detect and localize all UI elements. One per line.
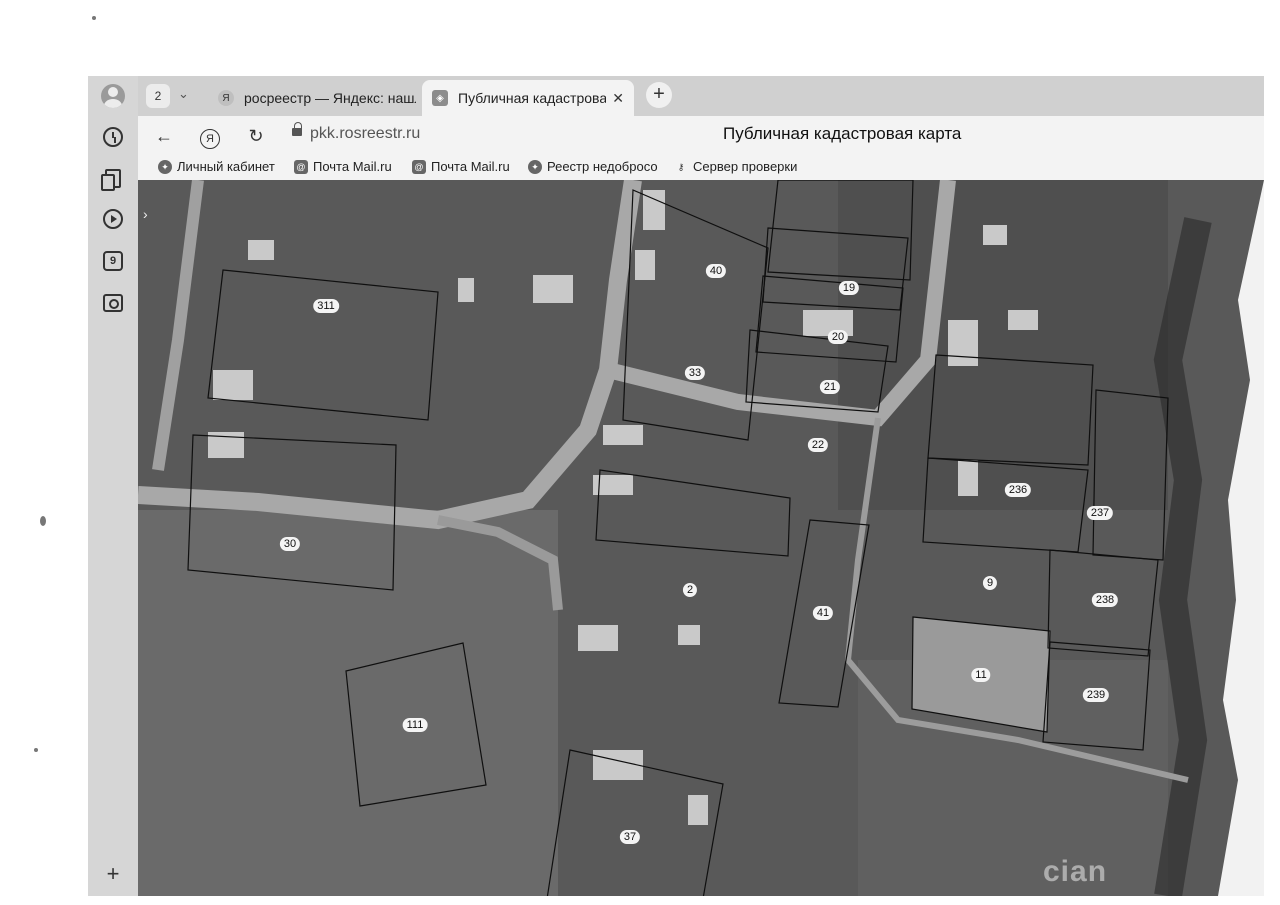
page-title: Публичная кадастровая карта <box>723 124 962 143</box>
media-button[interactable] <box>100 206 126 232</box>
yandex-icon: Я <box>200 129 220 149</box>
camera-icon <box>103 294 123 312</box>
new-tab-button[interactable]: + <box>646 82 672 108</box>
tab-title: Публичная кадастровая карта <box>458 90 607 106</box>
cadastral-map[interactable]: › 311 30 40 33 19 20 21 22 236 237 2 41 … <box>138 180 1264 896</box>
tab-cadastral-map[interactable]: ◈ Публичная кадастровая карта ✕ <box>422 80 634 116</box>
plot-label[interactable]: 239 <box>1082 688 1110 702</box>
plot-label[interactable]: 238 <box>1091 593 1119 607</box>
bookmark-personal-account[interactable]: ✦ Личный кабинет <box>158 159 275 174</box>
bookmark-label: Личный кабинет <box>177 159 275 174</box>
tab-count-badge[interactable]: 2 <box>146 84 170 108</box>
bookmark-mail-2[interactable]: @ Почта Mail.ru <box>412 159 510 174</box>
plus-icon: + <box>106 861 120 886</box>
reload-icon[interactable]: ↻ <box>244 124 268 148</box>
bookmark-registry[interactable]: ✦ Реестр недобросо <box>528 159 658 174</box>
plot-label[interactable]: 20 <box>827 330 849 344</box>
documents-icon <box>101 168 121 191</box>
profile-avatar[interactable] <box>100 83 126 109</box>
plot-label[interactable]: 40 <box>705 264 727 278</box>
user-icon <box>101 84 125 108</box>
browser-window: 9 + 2 ⌄ Я росреестр — Яндекс: нашлось ◈ … <box>88 76 1264 896</box>
collections-button[interactable] <box>100 165 126 191</box>
yandex-home-button[interactable]: Я <box>198 124 222 149</box>
plot-label[interactable]: 236 <box>1004 483 1032 497</box>
yandex-icon: Я <box>218 90 234 106</box>
bookmark-label: Почта Mail.ru <box>313 159 392 174</box>
tab-yandex-search[interactable]: Я росреестр — Яндекс: нашлось <box>218 80 416 116</box>
back-arrow-icon[interactable]: ← <box>152 124 176 148</box>
play-icon <box>103 209 123 229</box>
add-panel-button[interactable]: + <box>100 861 126 887</box>
chevron-right-icon[interactable]: › <box>143 206 148 222</box>
watermark-logo: cian <box>1043 855 1108 888</box>
clock-icon <box>103 127 123 147</box>
plot-label[interactable]: 21 <box>819 380 841 394</box>
emblem-icon: ✦ <box>158 159 172 174</box>
bookmark-check-server[interactable]: ⚷ Сервер проверки <box>674 159 798 174</box>
plot-label[interactable]: 237 <box>1086 506 1114 520</box>
nine-icon: 9 <box>103 251 123 271</box>
plot-label[interactable]: 22 <box>807 438 829 452</box>
plot-label[interactable]: 41 <box>812 606 834 620</box>
screenshot-button[interactable] <box>100 290 126 316</box>
tab-bar: 2 ⌄ Я росреестр — Яндекс: нашлось ◈ Публ… <box>138 76 1264 116</box>
plot-label[interactable]: 30 <box>279 537 301 551</box>
key-icon: ⚷ <box>677 161 685 172</box>
nine-button[interactable]: 9 <box>100 248 126 274</box>
url-field[interactable]: pkk.rosreestr.ru <box>310 125 420 143</box>
plot-label[interactable]: 19 <box>838 281 860 295</box>
satellite-imagery <box>138 180 1264 896</box>
bookmark-label: Почта Mail.ru <box>431 159 510 174</box>
plot-label[interactable]: 11 <box>971 668 991 682</box>
chevron-down-icon[interactable]: ⌄ <box>178 86 189 102</box>
plot-label[interactable]: 111 <box>402 718 428 732</box>
mail-icon: @ <box>294 159 308 174</box>
tab-title: росреестр — Яндекс: нашлось <box>244 90 416 106</box>
plot-label[interactable]: 9 <box>982 576 998 590</box>
mail-icon: @ <box>412 159 426 174</box>
lock-icon <box>292 122 302 136</box>
address-bar-row: ← Я ↻ pkk.rosreestr.ru Публичная кадастр… <box>138 116 1264 156</box>
bookmarks-bar: ✦ Личный кабинет @ Почта Mail.ru @ Почта Ma… <box>138 156 1264 180</box>
shield-icon: ◈ <box>432 90 448 106</box>
emblem-icon: ✦ <box>528 159 542 174</box>
sidebar-rail: 9 + <box>88 76 138 896</box>
history-button[interactable] <box>100 124 126 150</box>
plot-label[interactable]: 311 <box>313 299 339 313</box>
plot-label[interactable]: 2 <box>682 583 698 597</box>
close-icon[interactable]: ✕ <box>612 90 624 107</box>
bookmark-mail-1[interactable]: @ Почта Mail.ru <box>294 159 392 174</box>
bookmark-label: Сервер проверки <box>693 159 798 174</box>
bookmark-label: Реестр недобросо <box>547 159 658 174</box>
plot-label[interactable]: 33 <box>684 366 706 380</box>
plot-label[interactable]: 37 <box>619 830 641 844</box>
